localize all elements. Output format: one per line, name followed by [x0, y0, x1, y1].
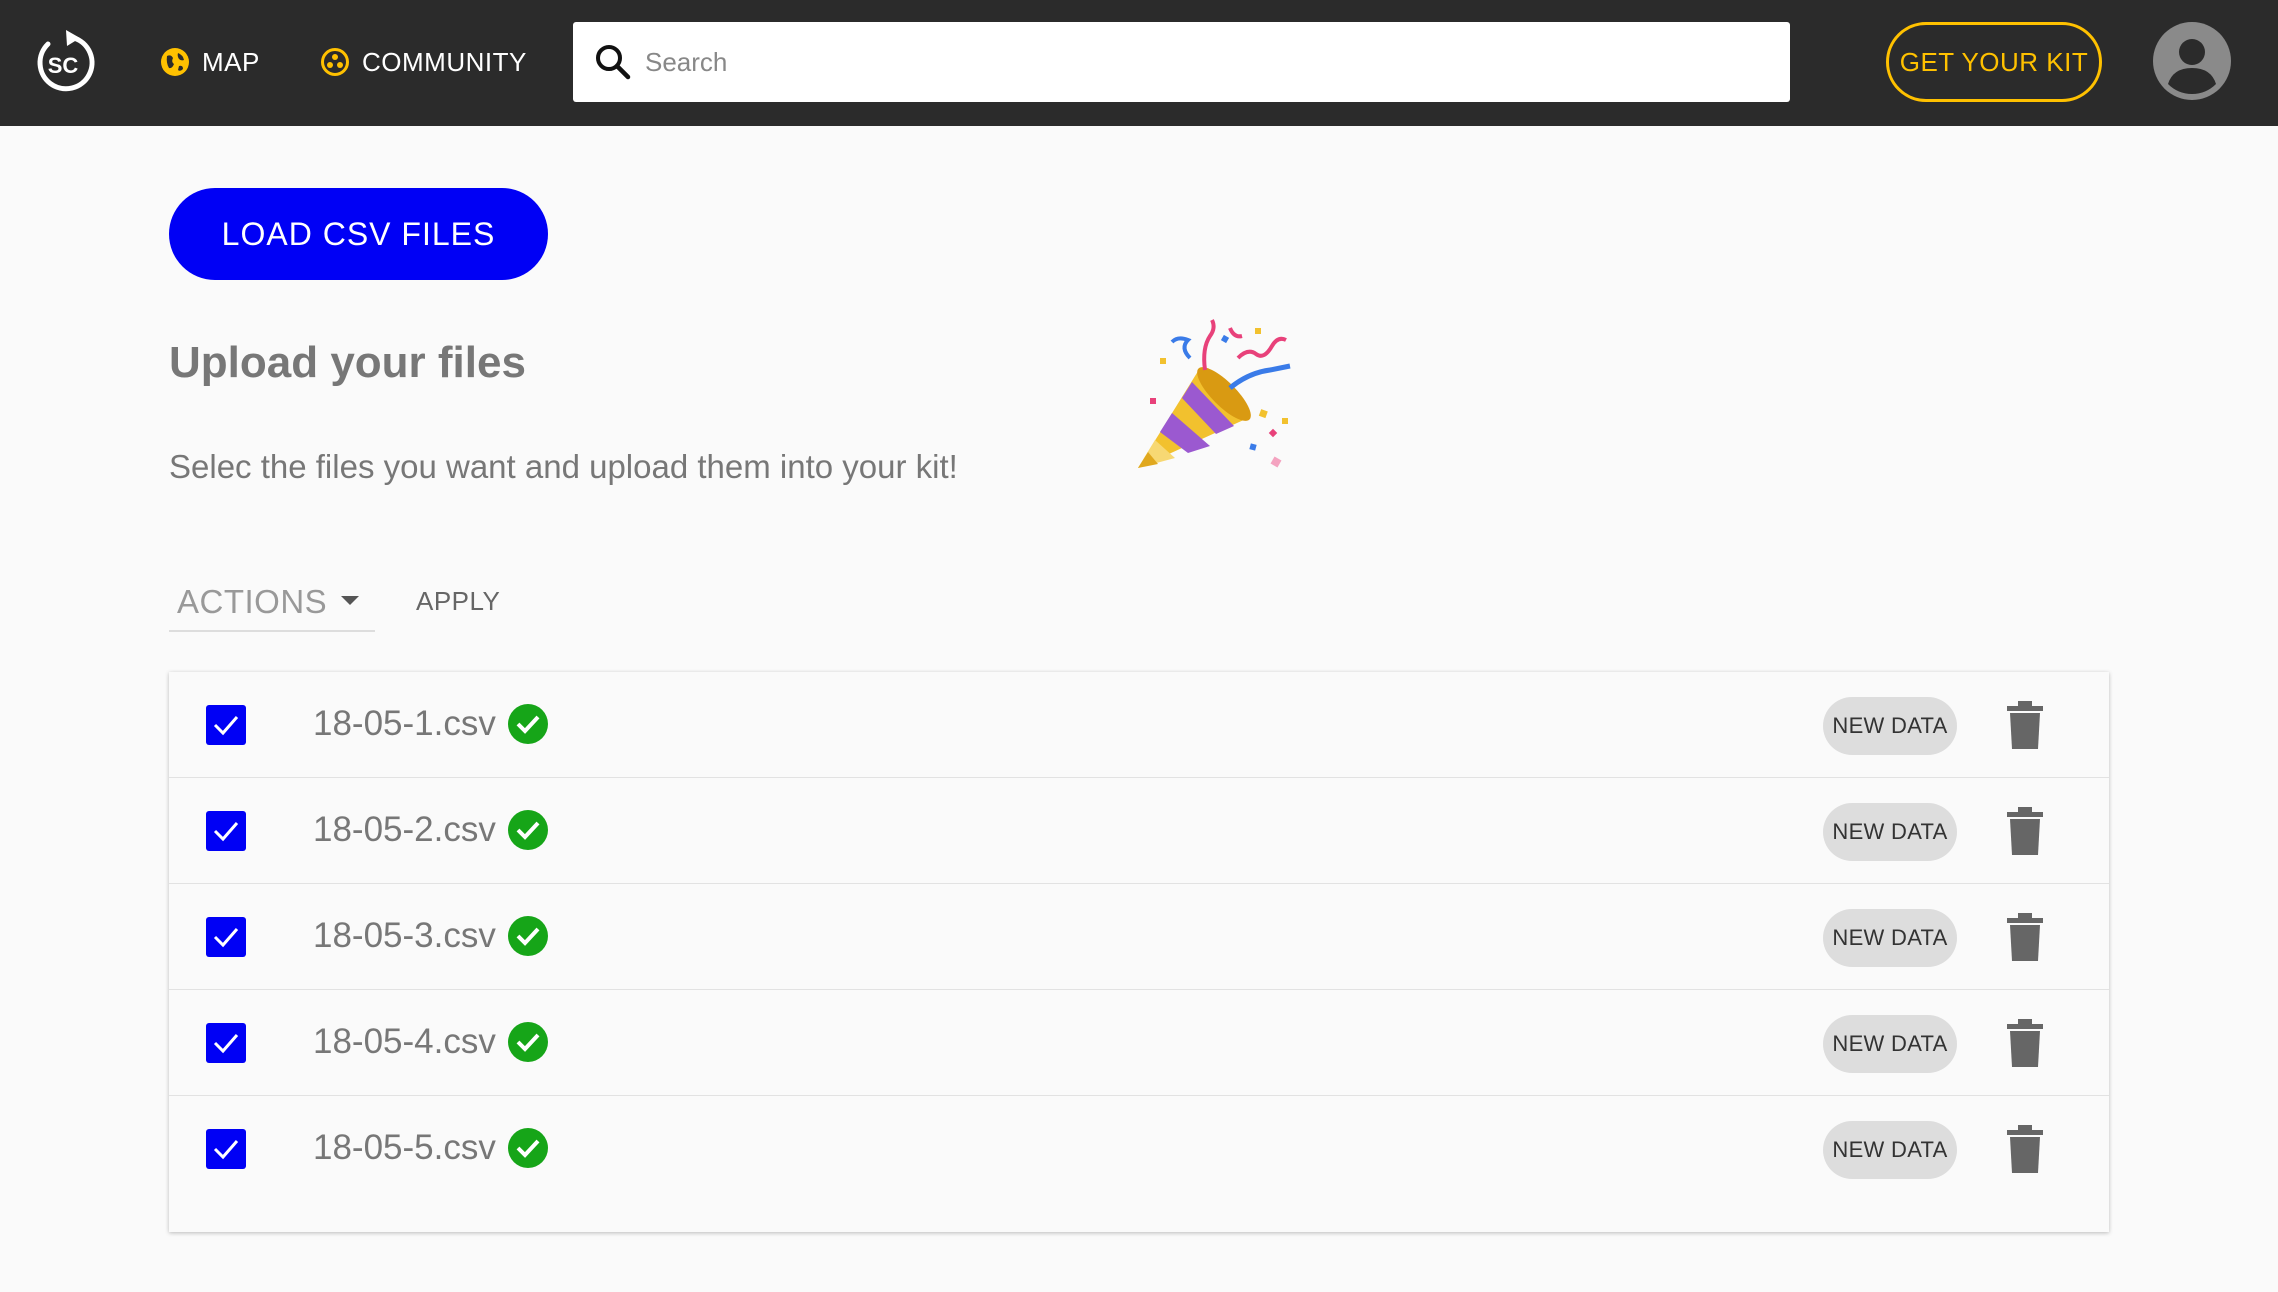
load-csv-files-button[interactable]: LOAD CSV FILES — [169, 188, 548, 280]
party-popper-icon — [1138, 319, 1291, 468]
nav-community-label: COMMUNITY — [362, 46, 527, 77]
file-name: 18-05-5.csv — [313, 1128, 496, 1167]
file-name: 18-05-4.csv — [313, 1022, 496, 1061]
check-icon — [213, 1034, 239, 1054]
check-circle-icon — [508, 916, 548, 956]
actions-dropdown[interactable]: ACTIONS — [169, 574, 375, 632]
search-icon — [596, 45, 631, 80]
new-data-badge: NEW DATA — [1823, 1121, 1957, 1179]
new-data-badge: NEW DATA — [1823, 697, 1957, 755]
file-name: 18-05-1.csv — [313, 704, 496, 743]
nav-map-label: MAP — [202, 46, 260, 77]
chevron-down-icon — [341, 596, 359, 605]
file-checkbox[interactable] — [206, 811, 246, 851]
logo-text: SC — [48, 53, 79, 78]
nav-map[interactable]: MAP — [160, 42, 260, 82]
check-circle-icon — [508, 704, 548, 744]
top-bar: SC MAP COMMUNITY GET YOUR KIT — [0, 0, 2278, 126]
file-row: 18-05-4.csv NEW DATA — [169, 990, 2109, 1096]
file-checkbox[interactable] — [206, 917, 246, 957]
community-icon — [321, 48, 349, 76]
actions-label: ACTIONS — [177, 583, 328, 620]
file-checkbox[interactable] — [206, 705, 246, 745]
check-icon — [213, 1140, 239, 1160]
smart-citizen-logo[interactable]: SC — [30, 28, 96, 96]
page-title: Upload your files — [169, 338, 526, 387]
new-data-badge: NEW DATA — [1823, 909, 1957, 967]
search-input[interactable] — [645, 46, 1745, 78]
file-checkbox[interactable] — [206, 1023, 246, 1063]
check-circle-icon — [508, 810, 548, 850]
check-icon — [213, 716, 239, 736]
delete-icon[interactable] — [2005, 700, 2045, 750]
apply-button[interactable]: APPLY — [416, 586, 500, 617]
globe-icon — [161, 48, 189, 76]
file-name: 18-05-2.csv — [313, 810, 496, 849]
file-row: 18-05-3.csv NEW DATA — [169, 884, 2109, 990]
file-name: 18-05-3.csv — [313, 916, 496, 955]
delete-icon[interactable] — [2005, 1018, 2045, 1068]
new-data-badge: NEW DATA — [1823, 803, 1957, 861]
delete-icon[interactable] — [2005, 912, 2045, 962]
get-your-kit-button[interactable]: GET YOUR KIT — [1886, 22, 2102, 102]
page-subtitle: Selec the files you want and upload them… — [169, 448, 958, 485]
file-checkbox[interactable] — [206, 1129, 246, 1169]
account-circle-icon[interactable] — [2153, 22, 2231, 100]
search-bar[interactable] — [573, 22, 1790, 102]
delete-icon[interactable] — [2005, 806, 2045, 856]
new-data-badge: NEW DATA — [1823, 1015, 1957, 1073]
delete-icon[interactable] — [2005, 1124, 2045, 1174]
check-icon — [213, 928, 239, 948]
check-circle-icon — [508, 1022, 548, 1062]
file-list: 18-05-1.csv NEW DATA 18-05-2.csv NEW DAT… — [169, 672, 2109, 1232]
check-icon — [213, 822, 239, 842]
nav-community[interactable]: COMMUNITY — [320, 42, 527, 82]
check-circle-icon — [508, 1128, 548, 1168]
file-row: 18-05-5.csv NEW DATA — [169, 1096, 2109, 1202]
file-row: 18-05-2.csv NEW DATA — [169, 778, 2109, 884]
file-row: 18-05-1.csv NEW DATA — [169, 672, 2109, 778]
